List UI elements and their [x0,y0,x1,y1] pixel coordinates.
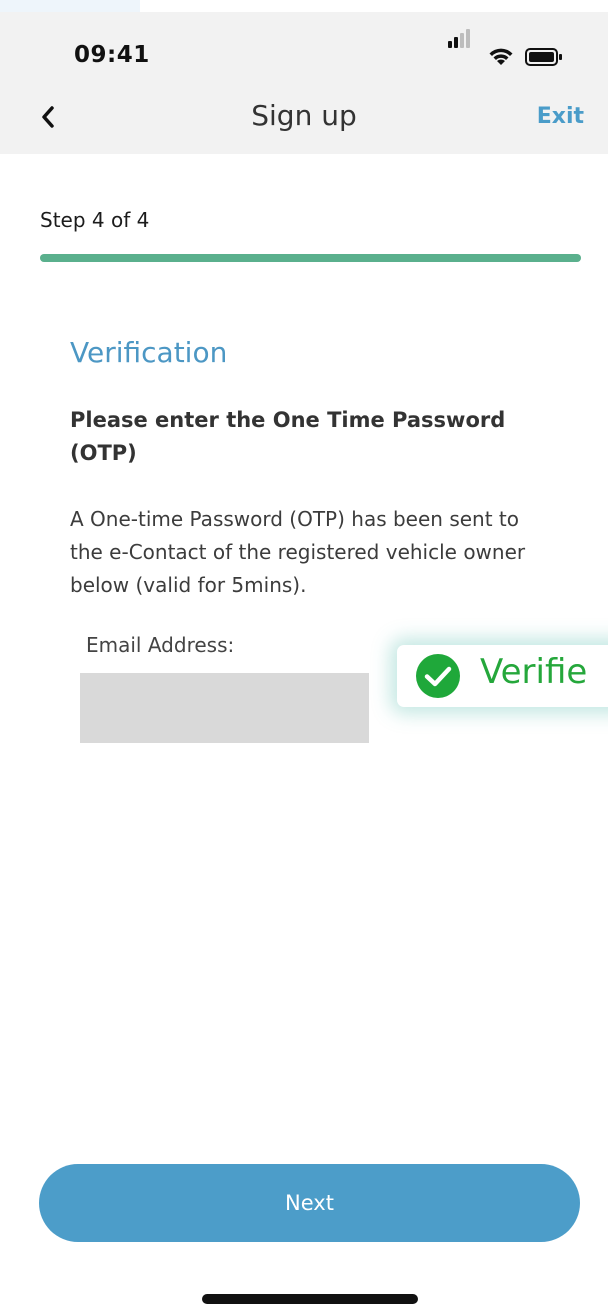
email-label: Email Address: [86,633,235,657]
status-time: 09:41 [74,42,150,68]
otp-instruction: Please enter the One Time Password (OTP) [70,408,506,465]
email-value-redacted [80,673,369,743]
progress-bar [40,254,581,262]
status-icons [448,29,568,70]
wifi-icon [489,48,513,65]
page-title: Sign up [251,99,357,132]
sign-up-screen: 09:41 Sign up Exit Step 4 of 4 Verificat… [0,0,608,1311]
top-strip-tint [0,0,140,12]
top-strip [0,0,608,12]
check-circle-icon [416,654,460,698]
app-header [0,12,608,154]
progress-fill [40,254,581,262]
next-button[interactable]: Next [39,1164,580,1242]
section-title: Verification [70,336,228,369]
battery-icon [525,48,562,66]
exit-button[interactable]: Exit [537,104,584,129]
step-indicator: Step 4 of 4 [40,208,150,232]
verified-badge: Verifie [397,645,608,707]
otp-description: A One-time Password (OTP) has been sent … [70,507,526,597]
verified-text: Verifie [480,652,588,692]
home-indicator [202,1294,418,1304]
